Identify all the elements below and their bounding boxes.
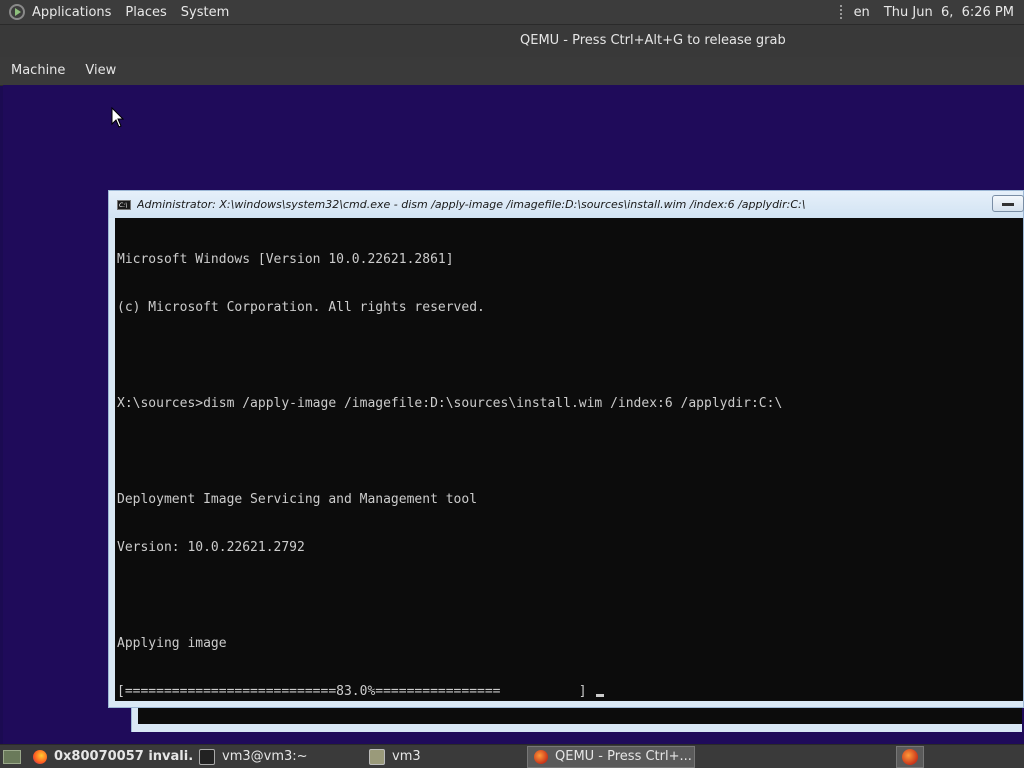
menu-system[interactable]: System [174, 0, 236, 25]
qemu-icon [534, 749, 548, 764]
console-line: Applying image [117, 636, 227, 651]
taskbar-item-label: 0x80070057 invali... [54, 749, 193, 764]
text-cursor [595, 694, 604, 697]
mouse-pointer-icon [111, 107, 125, 128]
background-window-console [138, 708, 1022, 724]
console-output[interactable]: Microsoft Windows [Version 10.0.22621.28… [115, 218, 1023, 701]
cmd-window[interactable]: C:\ Administrator: X:\windows\system32\c… [108, 190, 1024, 708]
background-window-edge [131, 708, 1022, 732]
console-line: (c) Microsoft Corporation. All rights re… [117, 300, 485, 315]
cmd-titlebar[interactable]: C:\ Administrator: X:\windows\system32\c… [109, 191, 1023, 218]
folder-icon [369, 748, 385, 765]
qemu-menubar: Machine View [0, 57, 1024, 86]
progress-bar-text: [===========================83.0%=======… [117, 684, 587, 699]
console-line: Microsoft Windows [Version 10.0.22621.28… [117, 252, 454, 267]
taskbar-item-firefox[interactable]: 0x80070057 invali... [27, 746, 193, 768]
panel-separator [839, 5, 844, 19]
taskbar-item-label: vm3 [392, 749, 421, 764]
console-line: Deployment Image Servicing and Managemen… [117, 492, 478, 507]
top-panel: Applications Places System en Thu Jun 6,… [0, 0, 1024, 25]
show-desktop-icon[interactable] [3, 749, 21, 764]
progress-line: [===========================83.0%=======… [117, 684, 1023, 700]
qemu-titlebar[interactable]: QEMU - Press Ctrl+Alt+G to release grab [0, 25, 1024, 57]
guest-display[interactable]: C:\ Administrator: X:\windows\system32\c… [3, 85, 1024, 744]
menu-machine[interactable]: Machine [0, 57, 75, 85]
menu-places[interactable]: Places [118, 0, 173, 25]
distro-logo-icon[interactable] [9, 4, 25, 20]
console-line: X:\sources>dism /apply-image /imagefile:… [117, 396, 783, 411]
taskbar-item-label: QEMU - Press Ctrl+... [555, 749, 692, 764]
terminal-icon [199, 748, 215, 765]
window-title: QEMU - Press Ctrl+Alt+G to release grab [520, 33, 786, 48]
menu-applications[interactable]: Applications [25, 0, 118, 25]
clock[interactable]: Thu Jun 6, 6:26 PM [884, 5, 1024, 20]
firefox-icon [33, 749, 47, 764]
panel-tray: en Thu Jun 6, 6:26 PM [839, 5, 1024, 20]
console-line: Version: 10.0.22621.2792 [117, 540, 305, 555]
qemu-icon [902, 748, 918, 765]
taskbar-item-terminal[interactable]: vm3@vm3:~ [193, 746, 363, 768]
cmd-window-title: Administrator: X:\windows\system32\cmd.e… [137, 198, 806, 211]
taskbar-item-label: vm3@vm3:~ [222, 749, 308, 764]
keyboard-layout-indicator[interactable]: en [854, 5, 884, 20]
minimize-button[interactable] [992, 195, 1024, 212]
menu-view[interactable]: View [75, 57, 126, 85]
taskbar: 0x80070057 invali... vm3@vm3:~ vm3 QEMU … [0, 744, 1024, 768]
taskbar-item-qemu[interactable]: QEMU - Press Ctrl+... [527, 745, 695, 768]
cmd-icon: C:\ [117, 199, 131, 210]
taskbar-item-files[interactable]: vm3 [363, 746, 527, 768]
tray-qemu-button[interactable] [896, 745, 924, 768]
